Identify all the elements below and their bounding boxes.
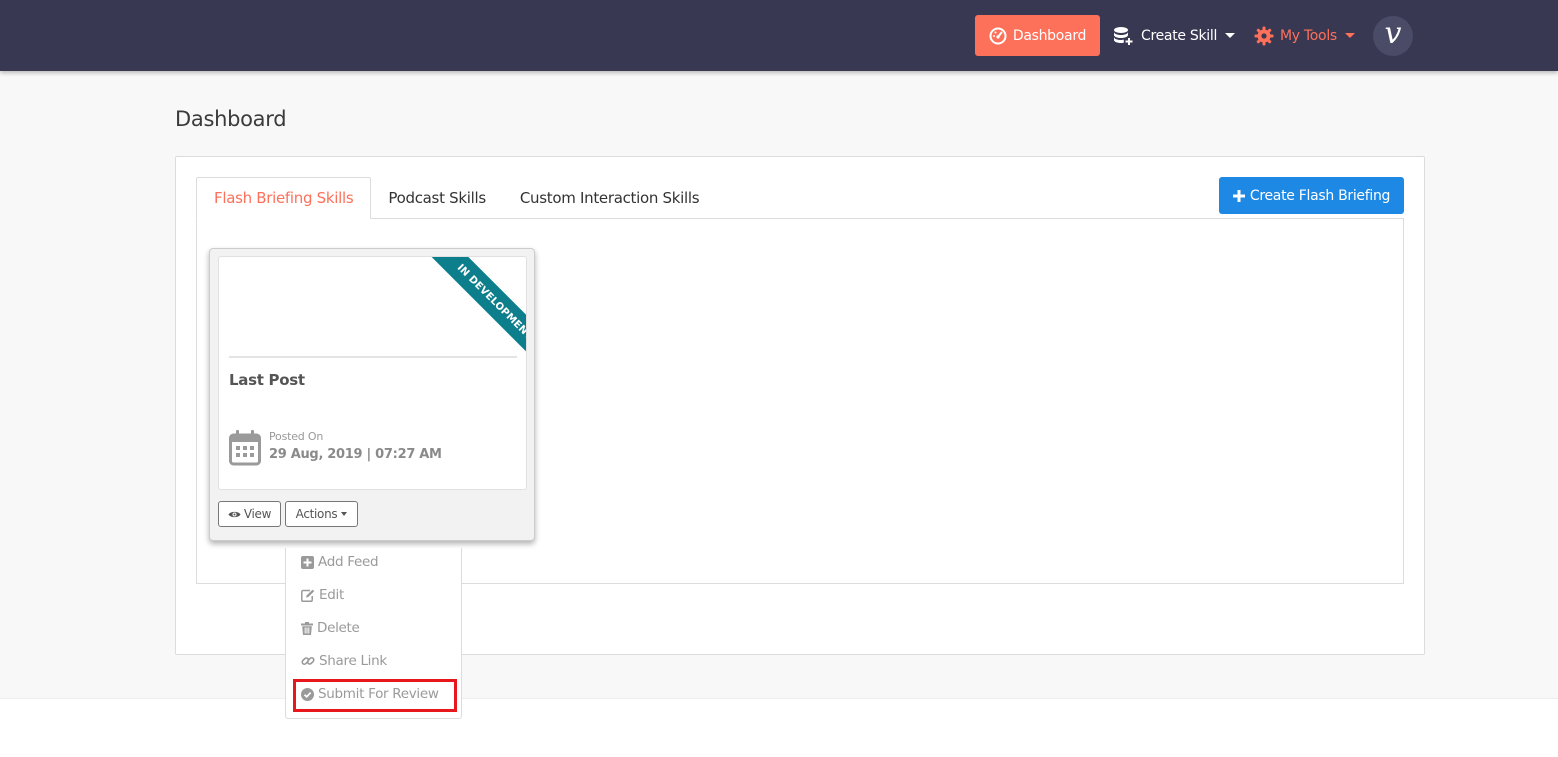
menu-item-edit[interactable]: Edit	[301, 585, 344, 605]
card-divider	[229, 356, 517, 358]
page-footer	[0, 698, 1558, 757]
trash-icon	[301, 621, 313, 635]
view-button-label: View	[243, 507, 272, 521]
database-plus-icon	[1114, 26, 1133, 45]
top-navbar: Dashboard Create Skill My Tools V	[0, 0, 1558, 71]
dashboard-gauge-icon	[989, 27, 1007, 44]
menu-item-label: Share Link	[319, 653, 387, 669]
page-title: Dashboard	[175, 107, 287, 131]
gear-icon	[1254, 26, 1274, 45]
nav-create-skill-dropdown[interactable]: Create Skill	[1113, 15, 1236, 56]
edit-icon	[301, 589, 315, 602]
submit-for-review-highlight-box	[293, 679, 457, 712]
nav-dashboard-label: Dashboard	[1012, 27, 1087, 44]
nav-my-tools-dropdown[interactable]: My Tools	[1254, 15, 1355, 56]
actions-button-label: Actions	[295, 507, 338, 521]
plus-square-icon	[301, 555, 314, 569]
menu-item-label: Add Feed	[318, 554, 379, 570]
user-avatar[interactable]: V	[1373, 16, 1413, 56]
skill-card-body: IN DEVELOPMENT Last Post Posted On 29 Au…	[218, 256, 527, 490]
skill-type-tabs: Flash Briefing Skills Podcast Skills Cus…	[196, 177, 716, 219]
posted-date: 29 Aug, 2019 | 07:27 AM	[269, 447, 442, 462]
tab-podcast-skills[interactable]: Podcast Skills	[371, 177, 502, 219]
create-flash-briefing-button[interactable]: Create Flash Briefing	[1219, 177, 1404, 214]
nav-dashboard-button[interactable]: Dashboard	[975, 15, 1100, 56]
menu-item-share-link[interactable]: Share Link	[301, 651, 387, 671]
menu-item-label: Edit	[319, 587, 344, 603]
posted-on-label: Posted On	[269, 430, 324, 443]
create-flash-briefing-label: Create Flash Briefing	[1249, 187, 1391, 204]
skill-card: IN DEVELOPMENT Last Post Posted On 29 Au…	[209, 248, 535, 541]
chevron-down-icon	[341, 512, 348, 516]
card-title: Last Post	[229, 371, 305, 389]
link-icon	[301, 657, 315, 665]
plus-icon	[1232, 189, 1245, 202]
chevron-down-icon	[1225, 33, 1236, 38]
avatar-letter: V	[1384, 16, 1402, 51]
chevron-down-icon	[1344, 33, 1355, 38]
nav-my-tools-label: My Tools	[1280, 27, 1337, 44]
menu-item-label: Delete	[317, 620, 360, 636]
menu-item-delete[interactable]: Delete	[301, 618, 360, 638]
tab-flash-briefing-skills[interactable]: Flash Briefing Skills	[196, 177, 372, 219]
eye-icon	[228, 511, 241, 517]
actions-dropdown-button[interactable]: Actions	[285, 501, 358, 527]
nav-create-skill-label: Create Skill	[1141, 27, 1218, 44]
status-ribbon: IN DEVELOPMENT	[402, 257, 526, 381]
view-button[interactable]: View	[218, 501, 281, 527]
calendar-icon	[229, 430, 261, 466]
tab-custom-interaction-skills[interactable]: Custom Interaction Skills	[503, 177, 716, 219]
menu-item-add-feed[interactable]: Add Feed	[301, 552, 379, 572]
